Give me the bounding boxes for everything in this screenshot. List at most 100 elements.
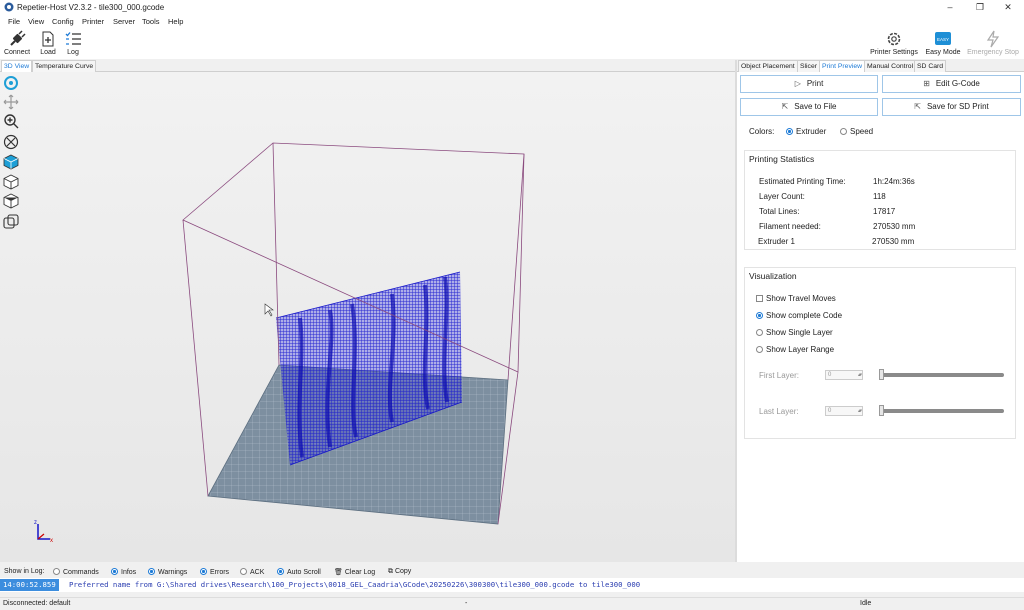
- first-layer-spinner[interactable]: 0: [825, 370, 863, 380]
- last-layer-label: Last Layer:: [759, 407, 799, 416]
- easy-mode-button[interactable]: EASY Easy Mode: [923, 29, 963, 56]
- export-icon: ⇱: [781, 102, 789, 111]
- tab-object-placement[interactable]: Object Placement: [738, 60, 798, 72]
- printer-settings-button[interactable]: Printer Settings: [866, 29, 922, 56]
- title-bar: Repetier-Host V2.3.2 - tile300_000.gcode…: [0, 0, 1024, 15]
- tab-print-preview[interactable]: Print Preview: [819, 60, 866, 72]
- tab-manual-control[interactable]: Manual Control: [864, 60, 917, 72]
- load-button[interactable]: Load: [37, 29, 59, 56]
- first-layer-slider[interactable]: [879, 369, 1004, 380]
- front-view-icon[interactable]: [3, 174, 19, 190]
- easy-mode-icon: EASY: [935, 32, 951, 45]
- iso-view-icon[interactable]: [3, 154, 19, 170]
- emergency-stop-button[interactable]: Emergency Stop: [964, 29, 1022, 56]
- play-icon: ▷: [794, 79, 801, 88]
- stat-label: Layer Count:: [759, 192, 805, 201]
- tab-temperature-curve[interactable]: Temperature Curve: [32, 60, 97, 72]
- connect-button[interactable]: Connect: [2, 29, 32, 56]
- stat-value: 270530 mm: [873, 222, 916, 231]
- color-speed-radio[interactable]: Speed: [840, 127, 873, 136]
- stat-label: Total Lines:: [759, 207, 800, 216]
- last-layer-slider[interactable]: [879, 405, 1004, 416]
- stat-value: 17817: [873, 207, 896, 216]
- print-preview-panel: ▷ Print ⊞ Edit G-Code ⇱ Save to File ⇱ Save …: [737, 72, 1024, 562]
- color-extruder-radio[interactable]: Extruder: [786, 127, 826, 136]
- save-for-sd-button[interactable]: ⇱ Save for SD Print: [882, 98, 1021, 116]
- first-layer-label: First Layer:: [759, 371, 800, 380]
- last-layer-spinner[interactable]: 0: [825, 406, 863, 416]
- view-tabs: 3D View Temperature Curve: [0, 60, 735, 72]
- menu-bar: File View Config Printer Server Tools He…: [0, 15, 1024, 29]
- print-button[interactable]: ▷ Print: [740, 75, 878, 93]
- show-layer-range-radio[interactable]: Show Layer Range: [756, 345, 834, 354]
- menu-tools[interactable]: Tools: [142, 17, 160, 26]
- minimize-button[interactable]: –: [936, 1, 964, 14]
- show-in-log-label: Show in Log:: [4, 568, 45, 575]
- trash-icon: 🗑: [334, 569, 345, 576]
- lightning-icon: [986, 30, 1000, 48]
- filter-infos[interactable]: Infos: [111, 568, 136, 576]
- svg-text:EASY: EASY: [937, 37, 949, 42]
- tab-3d-view[interactable]: 3D View: [1, 60, 33, 72]
- stat-value: 270530 mm: [872, 237, 915, 246]
- edit-gcode-button[interactable]: ⊞ Edit G-Code: [882, 75, 1021, 93]
- maximize-button[interactable]: ❐: [966, 1, 994, 14]
- app-icon: [4, 2, 14, 12]
- load-file-icon: [42, 31, 54, 47]
- visualization-title: Visualization: [749, 271, 797, 281]
- stats-title: Printing Statistics: [749, 154, 815, 164]
- move-view-icon[interactable]: [3, 94, 19, 110]
- plug-icon: [10, 30, 26, 46]
- show-complete-code-radio[interactable]: Show complete Code: [756, 311, 842, 320]
- 3d-viewport[interactable]: z x: [0, 72, 735, 562]
- clear-log-button[interactable]: 🗑 Clear Log: [334, 568, 375, 576]
- log-message: Preferred name from G:\Shared drives\Res…: [69, 580, 641, 589]
- stat-label: Filament needed:: [759, 222, 821, 231]
- colors-label: Colors:: [749, 127, 775, 136]
- x-axis-label: x: [50, 538, 53, 544]
- filter-ack[interactable]: ACK: [240, 568, 264, 576]
- copy-button[interactable]: ⧉ Copy: [388, 568, 411, 576]
- show-single-layer-radio[interactable]: Show Single Layer: [756, 328, 833, 337]
- gear-icon: [887, 32, 901, 46]
- menu-file[interactable]: File: [8, 17, 20, 26]
- z-axis-label: z: [34, 520, 37, 526]
- menu-view[interactable]: View: [28, 17, 44, 26]
- log-button[interactable]: Log: [62, 29, 84, 56]
- printer-state: Idle: [860, 600, 872, 607]
- save-to-file-button[interactable]: ⇱ Save to File: [740, 98, 878, 116]
- status-bar: Disconnected: default - Idle: [0, 597, 1024, 610]
- show-travel-moves-checkbox[interactable]: Show Travel Moves: [756, 294, 836, 303]
- menu-printer[interactable]: Printer: [82, 17, 104, 26]
- log-list[interactable]: 14:00:52.859 Preferred name from G:\Shar…: [0, 578, 1024, 592]
- edit-icon: ⊞: [923, 79, 930, 88]
- export-sd-icon: ⇱: [914, 102, 921, 111]
- copy-icon: ⧉: [388, 568, 395, 575]
- stat-label: Estimated Printing Time:: [759, 177, 846, 186]
- menu-help[interactable]: Help: [168, 17, 183, 26]
- status-separator: -: [465, 600, 468, 607]
- rotate-view-icon[interactable]: [3, 75, 19, 91]
- stat-value: 1h:24m:36s: [873, 177, 915, 186]
- stat-value: 118: [873, 192, 886, 201]
- menu-server[interactable]: Server: [113, 17, 135, 26]
- toolbar: Connect Load Log Printer Settings EASY E…: [0, 29, 1024, 59]
- tab-slicer[interactable]: Slicer: [797, 60, 820, 72]
- panel-tabs: Object Placement Slicer Print Preview Ma…: [737, 60, 1024, 72]
- 3d-scene: z x: [0, 72, 735, 562]
- side-view-icon[interactable]: [3, 214, 19, 230]
- menu-config[interactable]: Config: [52, 17, 74, 26]
- filter-warnings[interactable]: Warnings: [148, 568, 187, 576]
- zoom-view-icon[interactable]: [3, 113, 19, 129]
- auto-scroll-toggle[interactable]: Auto Scroll: [277, 568, 321, 576]
- log-timestamp: 14:00:52.859: [0, 579, 59, 591]
- close-button[interactable]: ✕: [994, 1, 1022, 14]
- window-title: Repetier-Host V2.3.2 - tile300_000.gcode: [17, 3, 165, 12]
- fit-view-icon[interactable]: [3, 134, 19, 150]
- filter-errors[interactable]: Errors: [200, 568, 229, 576]
- filter-commands[interactable]: Commands: [53, 568, 99, 576]
- log-list-icon: [65, 32, 81, 45]
- connection-status: Disconnected: default: [3, 600, 71, 607]
- tab-sd-card[interactable]: SD Card: [914, 60, 947, 72]
- top-view-icon[interactable]: [3, 193, 19, 209]
